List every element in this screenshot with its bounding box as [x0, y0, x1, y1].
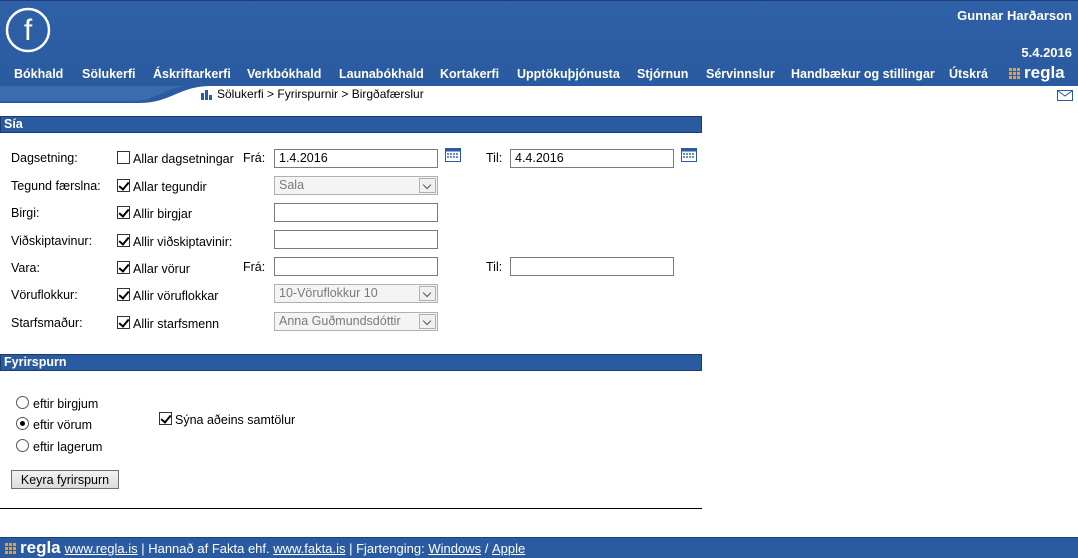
date-to-label: Til:: [486, 151, 503, 165]
transaction-type-label: Tegund færslna:: [11, 179, 101, 193]
radio-by-warehouse-label: eftir lagerum: [33, 440, 103, 454]
employee-select[interactable]: Anna Guðmundsdóttir: [274, 312, 438, 331]
transaction-type-select[interactable]: Sala: [274, 176, 438, 195]
windows-link[interactable]: Windows: [428, 541, 481, 556]
all-items-label: Allar vörur: [133, 262, 190, 276]
regla-dots-icon: [5, 542, 16, 554]
nav-item-stjornun[interactable]: Stjórnun: [637, 67, 688, 81]
regla-dots-icon: [1009, 67, 1020, 79]
all-types-checkbox[interactable]: [117, 179, 130, 192]
run-query-button[interactable]: Keyra fyrirspurn: [11, 470, 119, 489]
all-dates-checkbox[interactable]: [117, 151, 130, 164]
all-types-label: Allar tegundir: [133, 180, 207, 194]
calendar-icon[interactable]: [445, 147, 461, 162]
regla-site-link[interactable]: www.regla.is: [65, 541, 138, 556]
chevron-down-icon: [419, 286, 436, 301]
breadcrumb: Sölukerfi > Fyrirspurnir > Birgðafærslur: [201, 87, 424, 101]
fakta-site-link[interactable]: www.fakta.is: [273, 541, 345, 556]
customer-label: Viðskiptavinur:: [11, 234, 93, 248]
breadcrumb-text[interactable]: Sölukerfi > Fyrirspurnir > Birgðafærslur: [217, 87, 424, 101]
chevron-down-icon: [419, 178, 436, 193]
all-customers-checkbox[interactable]: [117, 234, 130, 247]
supplier-label: Birgi:: [11, 206, 40, 220]
regla-logo[interactable]: regla: [1009, 63, 1065, 83]
footer-bar: regla www.regla.is | Hannað af Fakta ehf…: [0, 537, 1078, 558]
all-employees-checkbox[interactable]: [117, 316, 130, 329]
all-item-groups-label: Allir vöruflokkar: [133, 289, 219, 303]
header-bar: f Gunnar Harðarson 5.4.2016 Bókhald Sölu…: [0, 0, 1078, 86]
all-suppliers-label: Allir birgjar: [133, 207, 193, 221]
employee-label: Starfsmaður:: [11, 316, 83, 330]
svg-text:f: f: [24, 14, 33, 47]
chart-icon: [201, 89, 212, 100]
chevron-down-icon: [419, 314, 436, 329]
date-label: Dagsetning:: [11, 151, 78, 165]
main-nav: Bókhald Sölukerfi Áskriftarkerfi Verkbók…: [0, 67, 1078, 85]
radio-by-supplier-label: eftir birgjum: [33, 397, 99, 411]
all-dates-label: Allar dagsetningar: [133, 152, 234, 166]
radio-by-item-label: eftir vörum: [33, 418, 93, 432]
all-suppliers-checkbox[interactable]: [117, 206, 130, 219]
all-employees-label: Allir starfsmenn: [133, 317, 220, 331]
designed-by-text: | Hannað af Fakta ehf.: [137, 540, 274, 556]
all-item-groups-checkbox[interactable]: [117, 288, 130, 301]
divider: [0, 508, 702, 509]
nav-item-launabokhald[interactable]: Launabókhald: [339, 67, 424, 81]
item-group-label: Vöruflokkur:: [11, 288, 78, 302]
all-items-checkbox[interactable]: [117, 261, 130, 274]
link-separator: /: [481, 540, 492, 556]
item-to-input[interactable]: [510, 257, 674, 276]
date-from-input[interactable]: 1.4.2016: [274, 149, 438, 168]
radio-by-item[interactable]: [16, 417, 29, 430]
footer-regla-logo: regla: [5, 538, 61, 558]
totals-only-label: Sýna aðeins samtölur: [175, 413, 296, 427]
date-from-label: Frá:: [243, 151, 266, 165]
item-to-label: Til:: [486, 260, 503, 274]
nav-item-utskra[interactable]: Útskrá: [949, 67, 988, 81]
header-swoosh: [0, 86, 210, 103]
remote-access-text: | Fjartenging:: [345, 540, 429, 556]
item-from-input[interactable]: [274, 257, 438, 276]
nav-item-kortakerfi[interactable]: Kortakerfi: [440, 67, 499, 81]
current-date: 5.4.2016: [1021, 45, 1072, 60]
radio-by-warehouse[interactable]: [16, 439, 29, 452]
calendar-icon[interactable]: [681, 147, 697, 162]
filter-section-header: Sía: [0, 116, 702, 133]
employee-value: Anna Guðmundsdóttir: [279, 314, 401, 328]
item-group-value: 10-Vöruflokkur 10: [279, 286, 378, 300]
item-from-label: Frá:: [243, 260, 266, 274]
user-name: Gunnar Harðarson: [957, 8, 1072, 23]
nav-item-verkbokhald[interactable]: Verkbókhald: [247, 67, 321, 81]
nav-item-askriftarkerfi[interactable]: Áskriftarkerfi: [153, 67, 231, 81]
nav-item-upptokuthjonusta[interactable]: Upptökuþjónusta: [517, 67, 620, 81]
regla-brand-text: regla: [1024, 63, 1065, 82]
nav-item-handbaekur[interactable]: Handbækur og stillingar: [791, 67, 935, 81]
apple-link[interactable]: Apple: [492, 541, 525, 556]
mail-icon[interactable]: [1057, 90, 1073, 101]
fakta-logo-icon: f: [5, 7, 51, 53]
nav-item-servinnslur[interactable]: Sérvinnslur: [706, 67, 775, 81]
date-to-input[interactable]: 4.4.2016: [510, 149, 674, 168]
all-customers-label: Allir viðskiptavinir:: [133, 235, 233, 249]
nav-item-bokhald[interactable]: Bókhald: [14, 67, 63, 81]
totals-only-checkbox[interactable]: [159, 412, 172, 425]
transaction-type-value: Sala: [279, 178, 305, 192]
item-label: Vara:: [11, 261, 40, 275]
supplier-input[interactable]: [274, 203, 438, 222]
customer-input[interactable]: [274, 230, 438, 249]
query-section-header: Fyrirspurn: [0, 354, 702, 371]
radio-by-supplier[interactable]: [16, 396, 29, 409]
footer-brand-text: regla: [20, 538, 61, 557]
item-group-select[interactable]: 10-Vöruflokkur 10: [274, 284, 438, 303]
nav-item-solukerfi[interactable]: Sölukerfi: [82, 67, 136, 81]
